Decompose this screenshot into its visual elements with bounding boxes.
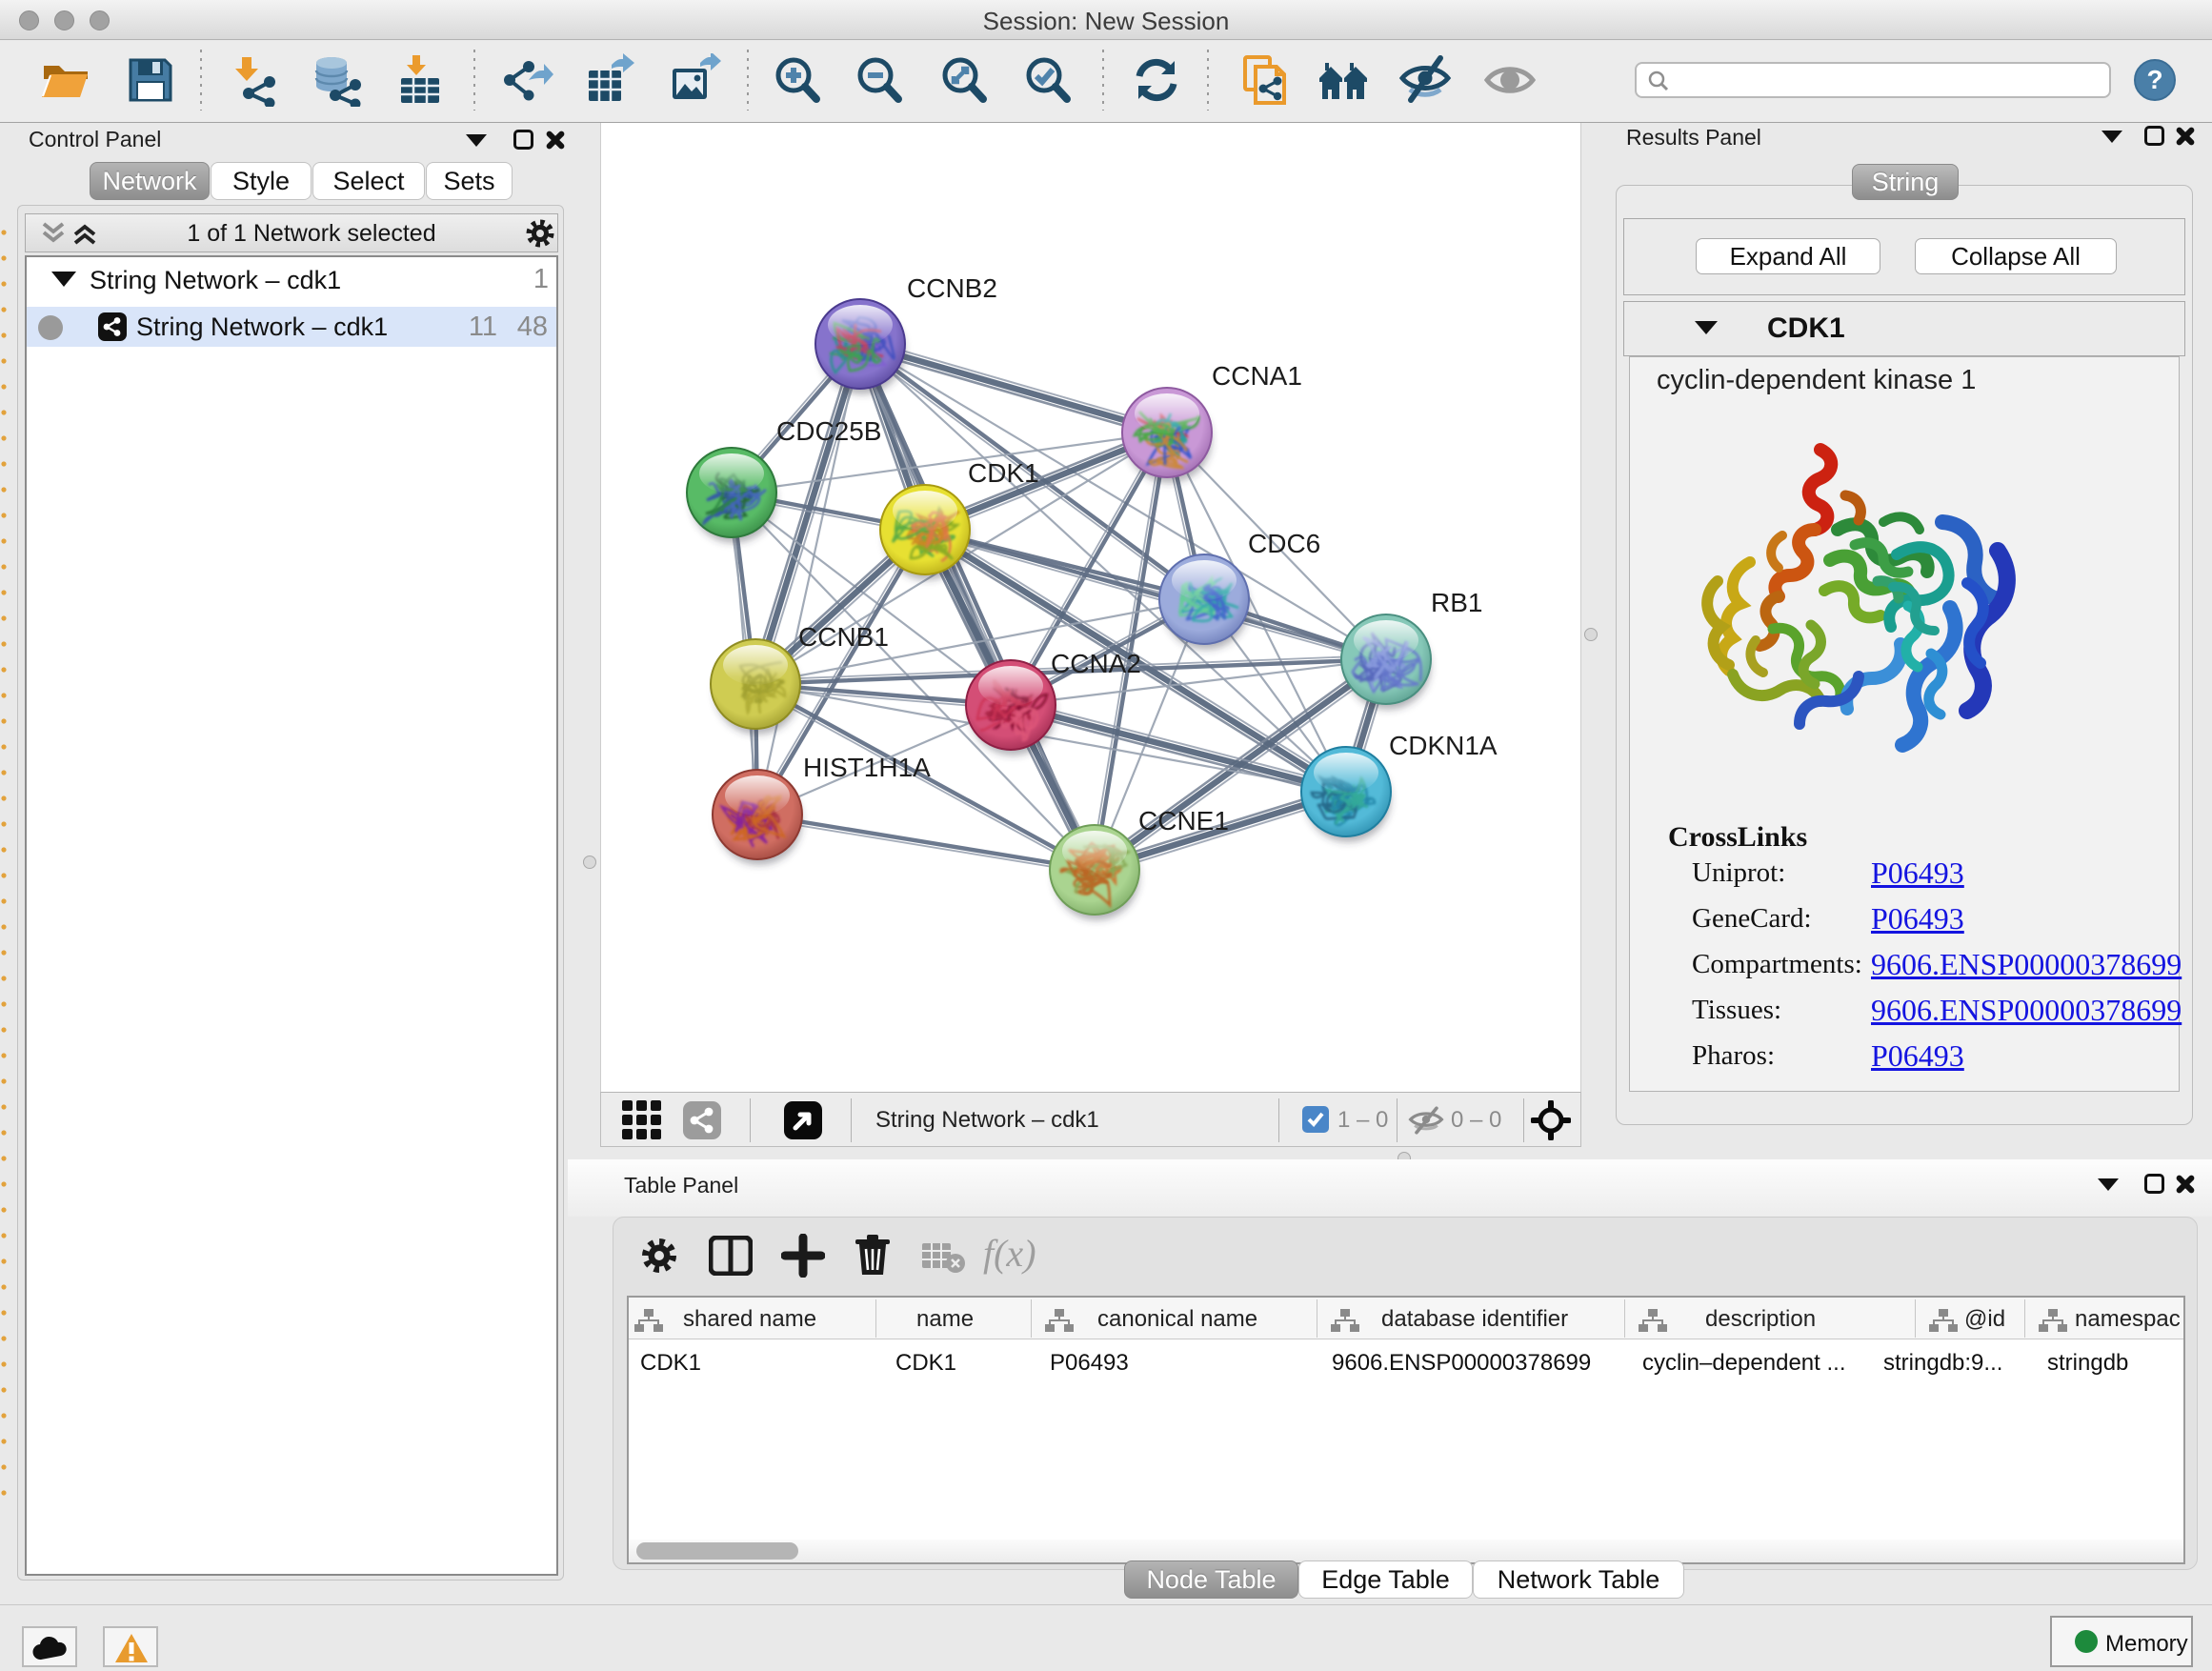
svg-text:CDC6: CDC6	[1248, 529, 1320, 558]
svg-text:?: ?	[2146, 65, 2162, 94]
svg-text:CDKN1A: CDKN1A	[1389, 731, 1498, 760]
svg-text:CDC25B: CDC25B	[776, 416, 881, 446]
svg-text:CCNA2: CCNA2	[1051, 649, 1141, 678]
svg-text:CCNA1: CCNA1	[1212, 361, 1302, 391]
svg-text:HIST1H1A: HIST1H1A	[803, 753, 931, 782]
svg-text:CCNE1: CCNE1	[1138, 806, 1229, 836]
svg-text:RB1: RB1	[1431, 588, 1482, 617]
svg-text:CCNB2: CCNB2	[907, 273, 997, 303]
svg-text:CCNB1: CCNB1	[798, 622, 889, 652]
svg-text:CDK1: CDK1	[968, 458, 1039, 488]
